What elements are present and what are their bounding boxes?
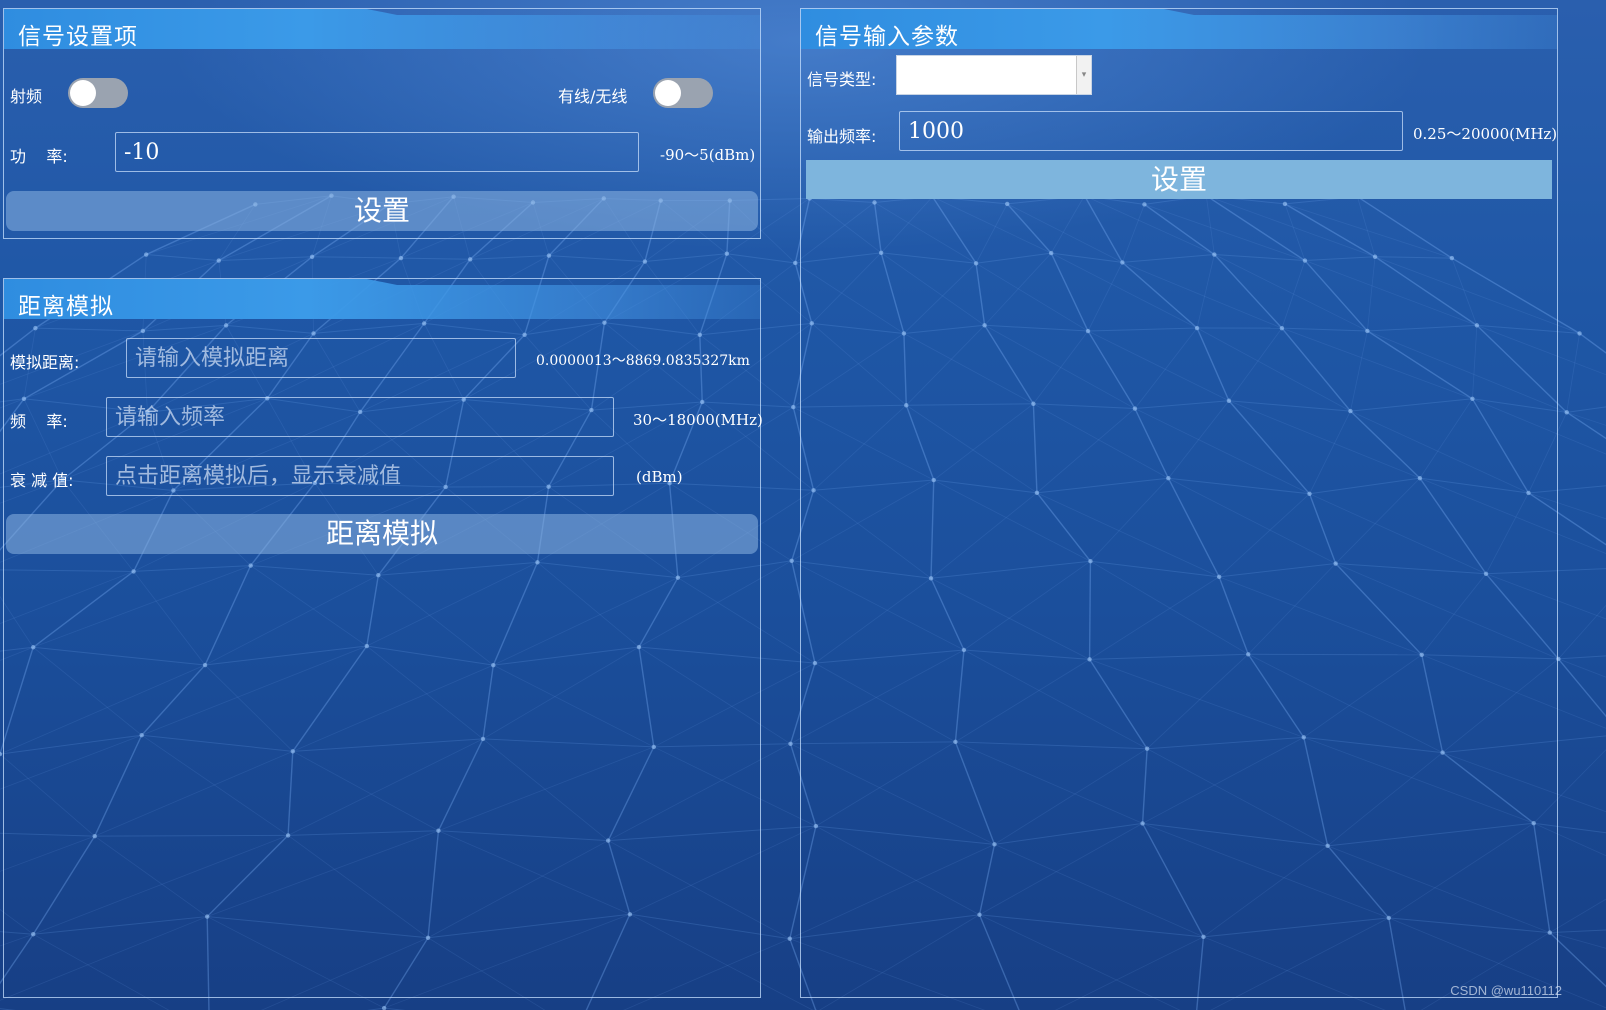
power-range-hint: -90～5(dBm) (660, 146, 756, 164)
output-frequency-range-hint: 0.25～20000(MHz) (1413, 125, 1558, 143)
output-frequency-input[interactable] (899, 111, 1403, 151)
distance-simulation-panel: 距离模拟 模拟距离: 0.0000013～8869.0835327km 频 率:… (3, 278, 763, 998)
attenuation-label: 衰 减 值: (10, 471, 74, 490)
signal-input-params-panel: 信号输入参数 信号类型: ▾ 输出频率: 0.25～20000(MHz) 设置 (800, 8, 1558, 998)
wired-wireless-label: 有线/无线 (558, 87, 628, 106)
toggle-knob (70, 80, 96, 106)
attenuation-unit: (dBm) (636, 468, 683, 486)
frequency-input[interactable] (106, 397, 614, 437)
frequency-label: 频 率: (10, 412, 68, 431)
power-label: 功 率: (10, 147, 68, 166)
rf-toggle[interactable] (68, 78, 128, 108)
toggle-knob (655, 80, 681, 106)
distance-range-hint: 0.0000013～8869.0835327km (536, 353, 750, 369)
rf-label: 射频 (10, 87, 43, 106)
signal-type-value (897, 65, 903, 84)
frequency-range-hint: 30～18000(MHz) (633, 411, 763, 429)
signal-settings-panel: 信号设置项 射频 有线/无线 功 率: -90～5(dBm) 设置 (3, 8, 761, 239)
attenuation-output (106, 456, 614, 496)
distance-label: 模拟距离: (10, 353, 80, 372)
panel-title: 信号设置项 (18, 24, 138, 50)
set-signal-button[interactable]: 设置 (806, 160, 1552, 199)
chevron-down-icon[interactable]: ▾ (1076, 56, 1091, 94)
distance-input[interactable] (126, 338, 516, 378)
watermark: CSDN @wu110112 (1450, 983, 1562, 998)
panel-header (4, 279, 760, 319)
signal-type-label: 信号类型: (807, 70, 877, 89)
distance-simulate-button[interactable]: 距离模拟 (6, 514, 758, 554)
panel-title: 距离模拟 (18, 294, 114, 320)
set-power-button[interactable]: 设置 (6, 191, 758, 231)
signal-type-select[interactable]: ▾ (896, 55, 1092, 95)
power-input[interactable] (115, 132, 639, 172)
panel-title: 信号输入参数 (815, 24, 959, 50)
output-frequency-label: 输出频率: (807, 127, 877, 146)
wired-wireless-toggle[interactable] (653, 78, 713, 108)
